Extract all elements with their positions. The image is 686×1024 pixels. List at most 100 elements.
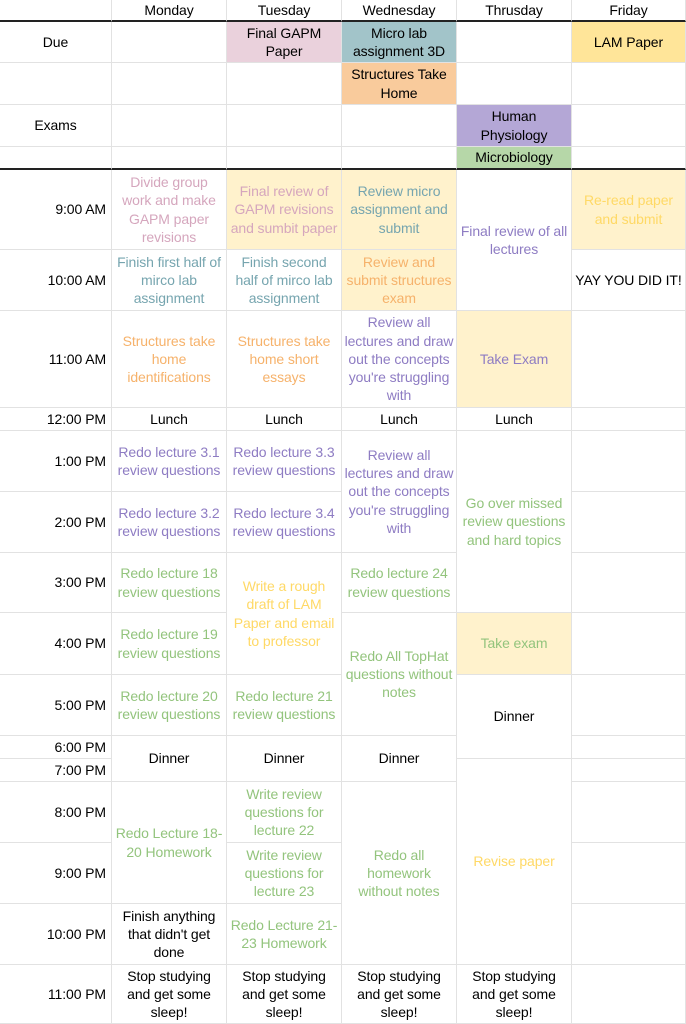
row-label[interactable]: 7:00 PM [0, 759, 112, 782]
empty-cell[interactable] [572, 782, 686, 843]
row-label[interactable]: 8:00 PM [0, 782, 112, 843]
schedule-cell[interactable]: Finish first half of mirco lab assignmen… [112, 250, 227, 311]
empty-cell[interactable] [227, 63, 342, 105]
schedule-cell[interactable]: Structures Take Home [342, 63, 457, 105]
schedule-cell[interactable]: Review all lectures and draw out the con… [342, 311, 457, 408]
schedule-cell[interactable]: Write review questions for lecture 23 [227, 843, 342, 904]
row-label[interactable]: 11:00 PM [0, 965, 112, 1024]
row-label[interactable]: 6:00 PM [0, 736, 112, 759]
schedule-cell[interactable]: Final review of GAPM revisions and sumbi… [227, 170, 342, 250]
row-label[interactable]: Due [0, 22, 112, 63]
row-label[interactable]: Exams [0, 105, 112, 147]
day-header-tuesday[interactable]: Tuesday [227, 0, 342, 22]
row-label[interactable] [0, 147, 112, 170]
schedule-cell[interactable]: Go over missed review questions and hard… [457, 431, 572, 613]
schedule-cell[interactable]: Human Physiology [457, 105, 572, 147]
row-label[interactable]: 5:00 PM [0, 675, 112, 736]
schedule-cell[interactable]: Redo lecture 3.1 review questions [112, 431, 227, 492]
empty-cell[interactable] [457, 63, 572, 105]
schedule-cell[interactable]: Redo lecture 24 review questions [342, 553, 457, 613]
schedule-cell[interactable]: Finish anything that didn't get done [112, 904, 227, 965]
empty-cell[interactable] [112, 105, 227, 147]
row-label[interactable] [0, 63, 112, 105]
schedule-cell[interactable]: Finish second half of mirco lab assignme… [227, 250, 342, 311]
schedule-cell[interactable]: Lunch [457, 408, 572, 431]
day-header-friday[interactable]: Friday [572, 0, 686, 22]
schedule-cell[interactable]: Redo lecture 18 review questions [112, 553, 227, 613]
schedule-cell[interactable]: Re-read paper and submit [572, 170, 686, 250]
schedule-cell[interactable]: Structures take home short essays [227, 311, 342, 408]
schedule-cell[interactable]: Write a rough draft of LAM Paper and ema… [227, 553, 342, 675]
empty-cell[interactable] [457, 22, 572, 63]
schedule-cell[interactable]: Review micro assignment and submit [342, 170, 457, 250]
schedule-cell[interactable]: Redo lecture 20 review questions [112, 675, 227, 736]
row-label[interactable]: 11:00 AM [0, 311, 112, 408]
empty-cell[interactable] [572, 675, 686, 736]
empty-cell[interactable] [572, 63, 686, 105]
row-label[interactable]: 9:00 AM [0, 170, 112, 250]
row-label[interactable]: 1:00 PM [0, 431, 112, 492]
row-label[interactable]: 4:00 PM [0, 613, 112, 675]
row-label[interactable]: 10:00 PM [0, 904, 112, 965]
empty-cell[interactable] [342, 147, 457, 170]
schedule-cell[interactable]: Lunch [227, 408, 342, 431]
day-header-monday[interactable]: Monday [112, 0, 227, 22]
empty-cell[interactable] [342, 105, 457, 147]
schedule-cell[interactable]: Take Exam [457, 311, 572, 408]
schedule-cell[interactable]: Redo All TopHat questions without notes [342, 613, 457, 736]
empty-cell[interactable] [572, 147, 686, 170]
schedule-cell[interactable]: Stop studying and get some sleep! [227, 965, 342, 1024]
empty-cell[interactable] [572, 843, 686, 904]
schedule-cell[interactable]: Final GAPM Paper [227, 22, 342, 63]
schedule-cell[interactable]: Micro lab assignment 3D [342, 22, 457, 63]
schedule-cell[interactable]: Microbiology [457, 147, 572, 170]
empty-cell[interactable] [112, 147, 227, 170]
schedule-cell[interactable]: Redo lecture 21 review questions [227, 675, 342, 736]
empty-cell[interactable] [572, 904, 686, 965]
schedule-cell[interactable]: Stop studying and get some sleep! [342, 965, 457, 1024]
schedule-cell[interactable]: Redo all homework without notes [342, 782, 457, 965]
empty-cell[interactable] [572, 105, 686, 147]
row-label[interactable]: 9:00 PM [0, 843, 112, 904]
schedule-cell[interactable]: Final review of all lectures [457, 170, 572, 311]
row-label[interactable]: 3:00 PM [0, 553, 112, 613]
empty-cell[interactable] [572, 736, 686, 759]
schedule-cell[interactable]: Take exam [457, 613, 572, 675]
schedule-cell[interactable]: Structures take home identifications [112, 311, 227, 408]
schedule-cell[interactable]: Redo lecture 19 review questions [112, 613, 227, 675]
schedule-cell[interactable]: Redo lecture 3.3 review questions [227, 431, 342, 492]
schedule-cell[interactable]: Redo lecture 3.2 review questions [112, 492, 227, 553]
schedule-cell[interactable]: Redo lecture 3.4 review questions [227, 492, 342, 553]
schedule-cell[interactable]: Revise paper [457, 759, 572, 965]
empty-cell[interactable] [572, 408, 686, 431]
schedule-cell[interactable]: Dinner [227, 736, 342, 782]
empty-cell[interactable] [227, 147, 342, 170]
empty-cell[interactable] [227, 105, 342, 147]
row-label[interactable]: 2:00 PM [0, 492, 112, 553]
schedule-cell[interactable]: Lunch [342, 408, 457, 431]
schedule-cell[interactable]: Dinner [112, 736, 227, 782]
schedule-cell[interactable]: Stop studying and get some sleep! [112, 965, 227, 1024]
empty-cell[interactable] [572, 759, 686, 782]
schedule-cell[interactable]: Redo Lecture 18-20 Homework [112, 782, 227, 904]
schedule-cell[interactable]: YAY YOU DID IT! [572, 250, 686, 311]
day-header-wednesday[interactable]: Wednesday [342, 0, 457, 22]
schedule-cell[interactable]: Review and submit structures exam [342, 250, 457, 311]
empty-cell[interactable] [572, 965, 686, 1024]
empty-cell[interactable] [572, 492, 686, 553]
schedule-cell[interactable]: Write review questions for lecture 22 [227, 782, 342, 843]
empty-cell[interactable] [572, 613, 686, 675]
schedule-cell[interactable]: LAM Paper [572, 22, 686, 63]
schedule-cell[interactable]: Lunch [112, 408, 227, 431]
schedule-cell[interactable]: Dinner [457, 675, 572, 759]
schedule-cell[interactable]: Review all lectures and draw out the con… [342, 431, 457, 553]
schedule-cell[interactable]: Redo Lecture 21-23 Homework [227, 904, 342, 965]
day-header-thrusday[interactable]: Thrusday [457, 0, 572, 22]
empty-cell[interactable] [572, 311, 686, 408]
row-label[interactable]: 12:00 PM [0, 408, 112, 431]
schedule-cell[interactable]: Dinner [342, 736, 457, 782]
empty-cell[interactable] [112, 22, 227, 63]
empty-cell[interactable] [572, 553, 686, 613]
schedule-cell[interactable]: Divide group work and make GAPM paper re… [112, 170, 227, 250]
empty-cell[interactable] [572, 431, 686, 492]
